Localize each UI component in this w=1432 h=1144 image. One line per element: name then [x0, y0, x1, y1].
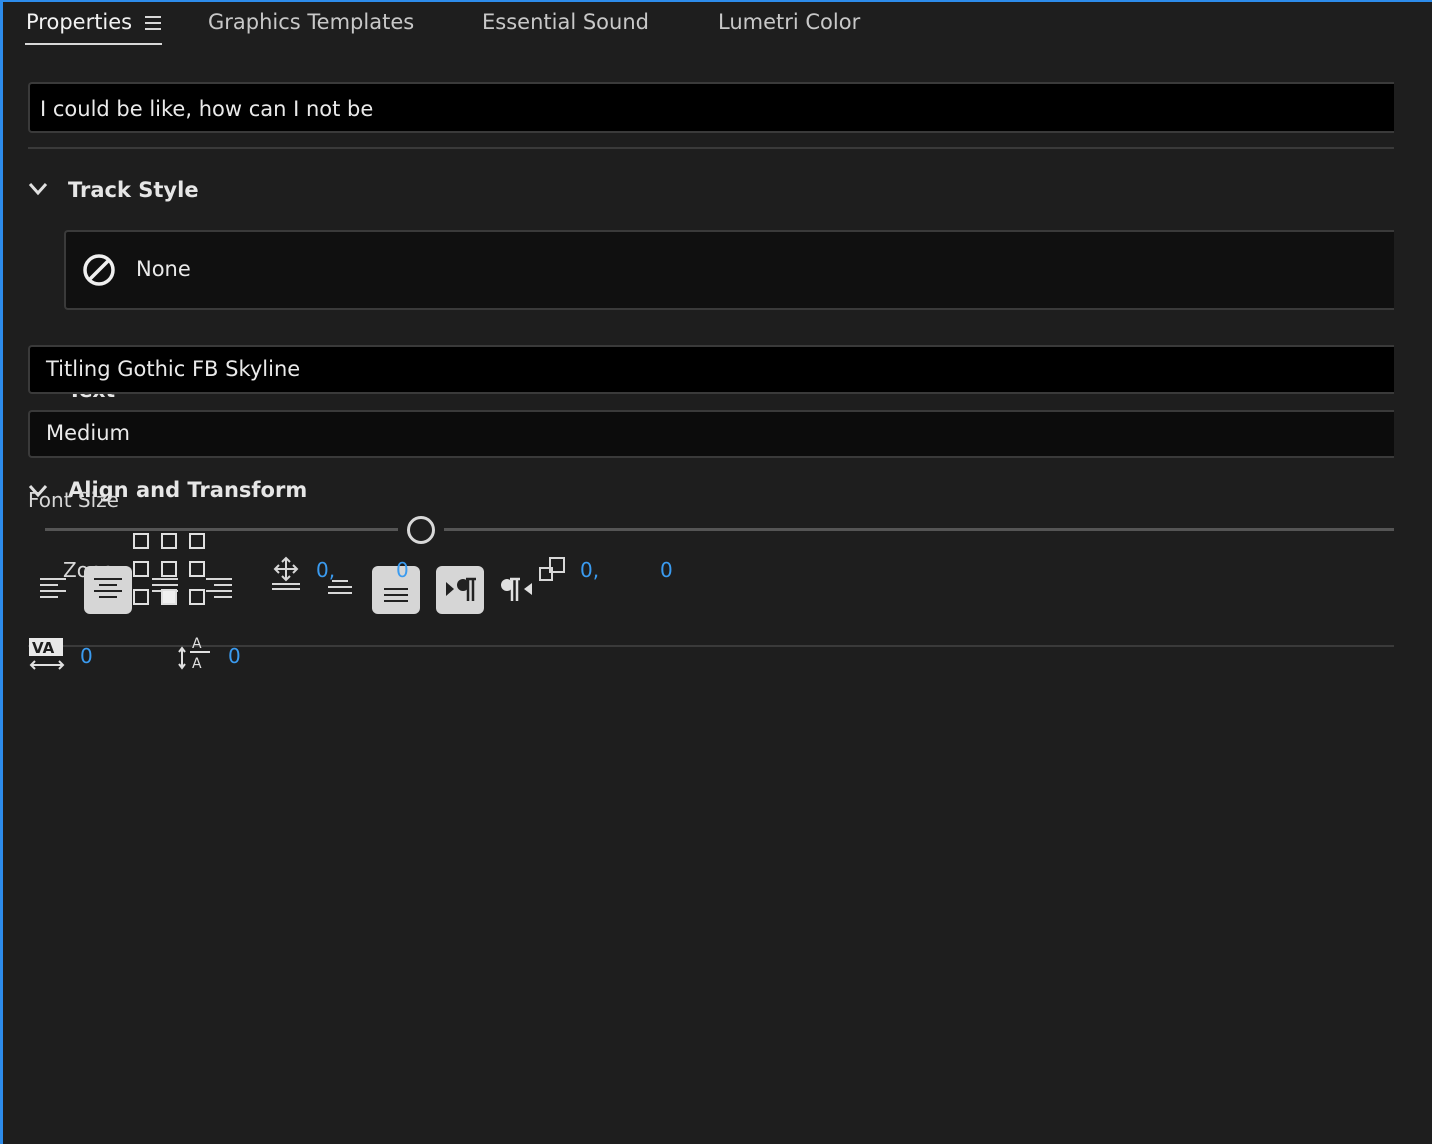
- position-y-value[interactable]: 0: [396, 558, 409, 582]
- kerning-value[interactable]: 0: [80, 644, 93, 668]
- tab-properties[interactable]: Properties: [26, 10, 132, 34]
- font-size-slider-track[interactable]: [45, 528, 398, 531]
- align-middle-icon: [384, 588, 408, 602]
- svg-text:VA: VA: [32, 639, 55, 657]
- tab-essential-sound[interactable]: Essential Sound: [482, 10, 649, 34]
- tab-graphics-templates[interactable]: Graphics Templates: [208, 10, 414, 34]
- font-style-value: Medium: [46, 421, 130, 445]
- panel-focus-border-top: [0, 0, 1432, 2]
- leading-icon: A A: [178, 636, 210, 672]
- scale-y-value[interactable]: 0: [660, 558, 673, 582]
- track-style-title: Track Style: [68, 178, 199, 202]
- zone-cell-top-right[interactable]: [189, 533, 205, 549]
- zone-cell-bottom-right[interactable]: [189, 589, 205, 605]
- zone-cell-middle-right[interactable]: [189, 561, 205, 577]
- zone-cell-bottom-left[interactable]: [133, 589, 149, 605]
- chevron-down-icon[interactable]: [28, 182, 48, 196]
- scale-icon: [539, 557, 565, 581]
- font-size-slider-thumb[interactable]: [407, 516, 435, 544]
- font-size-slider-track-right[interactable]: [444, 528, 1394, 531]
- kerning-icon: VA: [29, 638, 65, 670]
- font-style-dropdown[interactable]: [28, 410, 1394, 458]
- svg-text:A: A: [192, 656, 202, 672]
- align-bottom-lines-icon[interactable]: [326, 578, 354, 598]
- zone-cell-middle-left[interactable]: [133, 561, 149, 577]
- zone-cell-middle-center[interactable]: [161, 561, 177, 577]
- align-left-icon[interactable]: [38, 576, 68, 602]
- position-move-icon: [272, 556, 300, 590]
- track-style-selector[interactable]: [64, 230, 1394, 310]
- align-center-icon: [94, 578, 122, 598]
- track-style-value: None: [136, 257, 191, 281]
- scale-x-value[interactable]: 0,: [580, 558, 599, 582]
- active-tab-underline: [25, 43, 162, 45]
- svg-text:A: A: [192, 636, 202, 652]
- panel-focus-border-left: [0, 0, 3, 1144]
- zone-cell-top-left[interactable]: [133, 533, 149, 549]
- font-size-label: Font Size: [28, 488, 119, 512]
- caption-text-value: I could be like, how can I not be: [40, 97, 374, 121]
- divider: [28, 147, 1394, 149]
- align-right-icon[interactable]: [204, 576, 234, 602]
- none-prohibited-icon: [83, 254, 115, 286]
- font-family-value: Titling Gothic FB Skyline: [46, 357, 301, 381]
- leading-value[interactable]: 0: [228, 644, 241, 668]
- rtl-paragraph-icon[interactable]: [500, 576, 534, 604]
- tab-lumetri-color[interactable]: Lumetri Color: [718, 10, 860, 34]
- panel-menu-icon[interactable]: [145, 16, 161, 30]
- zone-cell-top-center[interactable]: [161, 533, 177, 549]
- zone-cell-bottom-center[interactable]: [161, 589, 177, 605]
- ltr-paragraph-icon: [446, 577, 476, 601]
